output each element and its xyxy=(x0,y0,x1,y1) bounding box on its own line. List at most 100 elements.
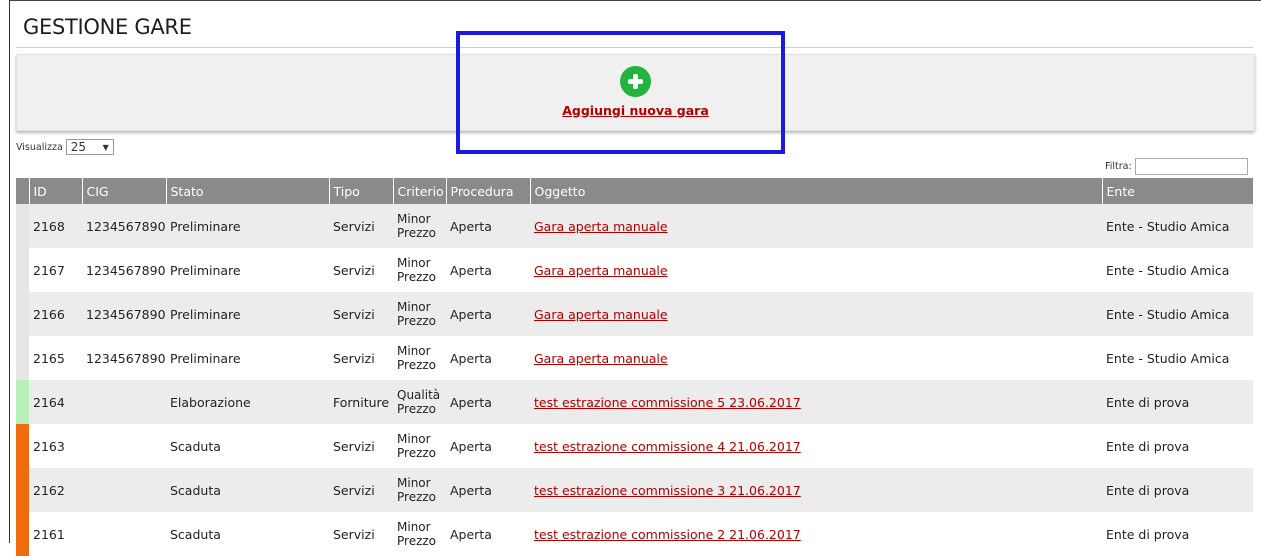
cell-id: 2167 xyxy=(29,248,82,292)
criterio-line-2: Prezzo xyxy=(397,314,437,328)
cell-criterio: Minor Prezzo xyxy=(393,336,446,380)
cell-stato: Preliminare xyxy=(166,292,329,336)
page-size-select[interactable]: 25 ▼ xyxy=(65,139,114,155)
criterio-line-1: Qualità xyxy=(397,388,441,402)
cell-ente: Ente di prova xyxy=(1102,512,1253,556)
cell-ente: Ente di prova xyxy=(1102,468,1253,512)
filter-label: Filtra: xyxy=(1105,161,1132,172)
cell-id: 2165 xyxy=(29,336,82,380)
cell-procedura: Aperta xyxy=(446,468,530,512)
cell-oggetto: Gara aperta manuale xyxy=(530,204,1102,248)
table-header-row: ID CIG Stato Tipo Criterio Procedura Ogg… xyxy=(16,178,1253,204)
status-stripe xyxy=(16,380,29,424)
table-row: 2166 1234567890 Preliminare Servizi Minor Pre… xyxy=(16,292,1253,336)
cell-criterio: Minor Prezzo xyxy=(393,292,446,336)
criterio-line-1: Minor xyxy=(397,432,431,446)
plus-circle-icon xyxy=(620,66,651,97)
header-cig[interactable]: CIG xyxy=(81,178,166,204)
tender-link[interactable]: Gara aperta manuale xyxy=(534,219,668,234)
cell-id: 2161 xyxy=(29,512,82,556)
cell-tipo: Forniture xyxy=(329,380,393,424)
page-title: GESTIONE GARE xyxy=(23,15,192,39)
tender-link[interactable]: Gara aperta manuale xyxy=(534,307,668,322)
cell-stato: Preliminare xyxy=(166,204,329,248)
page-size-control: Visualizza 25 ▼ xyxy=(16,139,114,155)
cell-oggetto: Gara aperta manuale xyxy=(530,248,1102,292)
cell-tipo: Servizi xyxy=(329,468,393,512)
tender-link[interactable]: test estrazione commissione 3 21.06.2017 xyxy=(534,483,801,498)
header-id[interactable]: ID xyxy=(28,178,82,204)
cell-cig: 1234567890 xyxy=(82,204,166,248)
table-row: 2168 1234567890 Preliminare Servizi Minor Pre… xyxy=(16,204,1253,248)
criterio-line-1: Minor xyxy=(397,300,431,314)
criterio-line-1: Minor xyxy=(397,520,431,534)
filter-input[interactable] xyxy=(1134,158,1248,175)
header-stato[interactable]: Stato xyxy=(165,178,329,204)
tender-link[interactable]: test estrazione commissione 5 23.06.2017 xyxy=(534,395,801,410)
header-procedura[interactable]: Procedura xyxy=(445,178,530,204)
cell-id: 2162 xyxy=(29,468,82,512)
cell-criterio: Minor Prezzo xyxy=(393,248,446,292)
cell-oggetto: test estrazione commissione 5 23.06.2017 xyxy=(530,380,1102,424)
cell-oggetto: test estrazione commissione 3 21.06.2017 xyxy=(530,468,1102,512)
filter-control: Filtra: xyxy=(1105,158,1248,175)
cell-ente: Ente - Studio Amica xyxy=(1102,204,1253,248)
tender-link[interactable]: Gara aperta manuale xyxy=(534,263,668,278)
cell-procedura: Aperta xyxy=(446,424,530,468)
cell-tipo: Servizi xyxy=(329,248,393,292)
cell-procedura: Aperta xyxy=(446,512,530,556)
table-row: 2163 Scaduta Servizi Minor Prezzo Aperta test … xyxy=(16,424,1253,468)
cell-oggetto: test estrazione commissione 2 21.06.2017 xyxy=(530,512,1102,556)
criterio-line-2: Prezzo xyxy=(397,402,437,416)
criterio-line-2: Prezzo xyxy=(397,446,437,460)
criterio-line-2: Prezzo xyxy=(397,490,437,504)
cell-cig xyxy=(82,512,166,556)
cell-cig xyxy=(82,380,166,424)
criterio-line-1: Minor xyxy=(397,476,431,490)
cell-ente: Ente di prova xyxy=(1102,424,1253,468)
add-tender-label: Aggiungi nuova gara xyxy=(562,103,709,118)
header-oggetto[interactable]: Oggetto xyxy=(529,178,1102,204)
cell-ente: Ente - Studio Amica xyxy=(1102,248,1253,292)
page-size-label: Visualizza xyxy=(16,141,63,153)
cell-procedura: Aperta xyxy=(446,336,530,380)
criterio-line-2: Prezzo xyxy=(397,534,437,548)
criterio-line-2: Prezzo xyxy=(397,226,437,240)
tender-link[interactable]: Gara aperta manuale xyxy=(534,351,668,366)
cell-oggetto: Gara aperta manuale xyxy=(530,336,1102,380)
cell-cig xyxy=(82,424,166,468)
cell-tipo: Servizi xyxy=(329,292,393,336)
status-stripe xyxy=(16,292,29,336)
tender-link[interactable]: test estrazione commissione 2 21.06.2017 xyxy=(534,527,801,542)
cell-id: 2166 xyxy=(29,292,82,336)
cell-id: 2164 xyxy=(29,380,82,424)
cell-stato: Scaduta xyxy=(166,468,329,512)
header-tipo[interactable]: Tipo xyxy=(328,178,393,204)
header-criterio[interactable]: Criterio xyxy=(392,178,446,204)
action-bar: Aggiungi nuova gara xyxy=(16,54,1255,131)
criterio-line-1: Minor xyxy=(397,344,431,358)
tender-link[interactable]: test estrazione commissione 4 21.06.2017 xyxy=(534,439,801,454)
window-left-border xyxy=(9,0,10,543)
cell-cig: 1234567890 xyxy=(82,248,166,292)
cell-tipo: Servizi xyxy=(329,424,393,468)
cell-cig: 1234567890 xyxy=(82,292,166,336)
cell-procedura: Aperta xyxy=(446,248,530,292)
criterio-line-1: Minor xyxy=(397,256,431,270)
cell-tipo: Servizi xyxy=(329,512,393,556)
cell-ente: Ente - Studio Amica xyxy=(1102,336,1253,380)
cell-stato: Elaborazione xyxy=(166,380,329,424)
dropdown-arrow-icon: ▼ xyxy=(102,142,109,152)
header-ente[interactable]: Ente xyxy=(1101,178,1253,204)
add-tender-button[interactable]: Aggiungi nuova gara xyxy=(17,66,1254,118)
cell-criterio: Minor Prezzo xyxy=(393,204,446,248)
header-status-stripe xyxy=(16,178,29,204)
page-size-value: 25 xyxy=(70,140,87,154)
table-row: 2164 Elaborazione Forniture Qualità Prezzo Ap… xyxy=(16,380,1253,424)
status-stripe xyxy=(16,336,29,380)
cell-tipo: Servizi xyxy=(329,336,393,380)
cell-cig: 1234567890 xyxy=(82,336,166,380)
cell-stato: Scaduta xyxy=(166,512,329,556)
cell-stato: Preliminare xyxy=(166,248,329,292)
cell-stato: Preliminare xyxy=(166,336,329,380)
